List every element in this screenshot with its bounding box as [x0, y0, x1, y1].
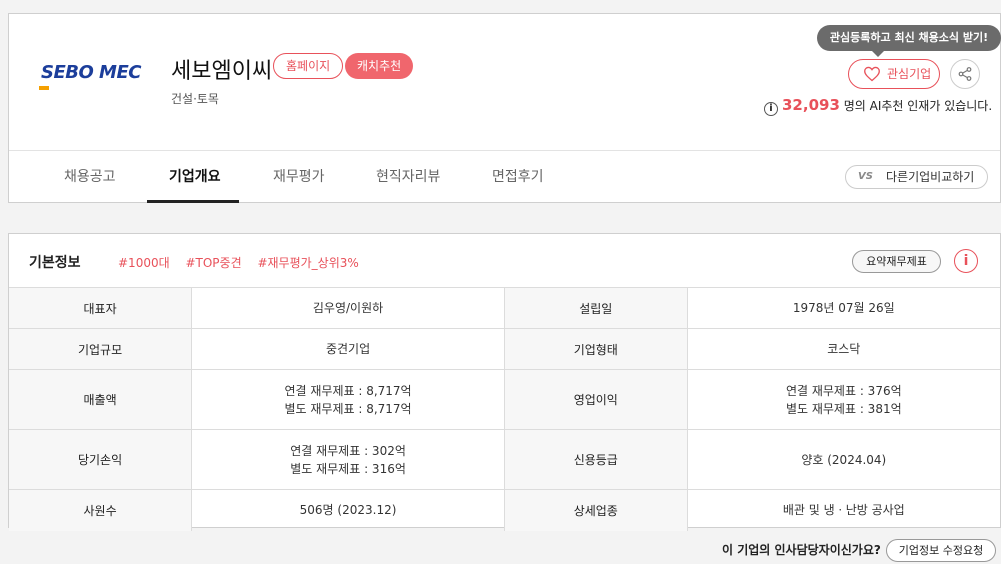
ai-recommend-info: i 32,093 명의 AI추천 인재가 있습니다.: [764, 96, 992, 116]
hr-manager-question: 이 기업의 인사담당자이신가요?: [722, 543, 881, 557]
homepage-button[interactable]: 홈페이지: [273, 53, 344, 79]
cell-value-line: 1978년 07월 26일: [792, 301, 895, 315]
info-icon[interactable]: i: [764, 102, 778, 116]
row-value: 연결 재무제표 : 8,717억별도 재무제표 : 8,717억: [191, 369, 505, 430]
recommend-text: 명의 AI추천 인재가 있습니다.: [843, 99, 993, 113]
row-value: 김우영/이원하: [191, 287, 505, 329]
cell-value-line: 배관 및 냉ㆍ난방 공사업: [782, 503, 905, 518]
tabs-divider: [9, 150, 1000, 151]
cell-value-line: 연결 재무제표 : 8,717억: [284, 383, 412, 398]
info-icon[interactable]: i: [954, 249, 978, 273]
table-row: 대표자 김우영/이원하 설립일 1978년 07월 26일: [9, 287, 1000, 329]
favorite-company-button[interactable]: 관심기업: [848, 59, 940, 89]
row-value: 506명 (2023.12): [191, 489, 505, 531]
cell-value-line: 별도 재무제표 : 8,717억: [284, 401, 412, 416]
row-label: 대표자: [9, 287, 192, 329]
tab-jobs[interactable]: 채용공고: [64, 166, 116, 186]
tab-financial[interactable]: 재무평가: [273, 166, 325, 186]
cell-value-line: 연결 재무제표 : 302억: [290, 443, 406, 458]
hashtag[interactable]: #TOP중견: [185, 256, 241, 270]
cell-value-line: 중견기업: [325, 342, 371, 356]
tab-company-overview[interactable]: 기업개요: [169, 166, 221, 186]
hashtag[interactable]: #1000대: [118, 256, 170, 270]
company-category: 건설·토목: [171, 92, 219, 106]
compare-label: 다른기업비교하기: [886, 170, 975, 184]
cell-value-line: 코스닥: [827, 342, 861, 356]
company-logo: SEBO MEC: [39, 62, 143, 92]
cell-value-line: 김우영/이원하: [312, 301, 384, 315]
row-value: 코스닥: [686, 328, 1000, 370]
share-button[interactable]: [950, 59, 980, 89]
row-label: 매출액: [9, 369, 192, 430]
basic-info-card: 기본정보 #1000대 #TOP중견 #재무평가_상위3% 요약재무제표 i 대…: [8, 233, 1001, 531]
row-label: 신용등급: [503, 429, 688, 490]
table-row: 매출액 연결 재무제표 : 8,717억 별도 재무제표 : 8,717억 영업이익 연…: [9, 369, 1000, 430]
compare-companies-button[interactable]: VS 다른기업비교하기: [845, 165, 988, 189]
logo-text: SEBO MEC: [41, 62, 141, 83]
favorite-tooltip: 관심등록하고 최신 채용소식 받기!: [817, 25, 1001, 57]
row-label: 기업형태: [503, 328, 688, 370]
cell-value-line: 연결 재무제표 : 376억: [785, 383, 902, 398]
table-row: 당기손익 연결 재무제표 : 302억 별도 재무제표 : 316억 신용등급 양호 (…: [9, 429, 1000, 490]
row-label: 영업이익: [503, 369, 688, 430]
summary-financials-button[interactable]: 요약재무제표: [852, 250, 941, 273]
cell-value-line: 별도 재무제표 : 316억: [290, 461, 406, 476]
tab-interview-reviews[interactable]: 면접후기: [492, 166, 544, 186]
hashtag[interactable]: #재무평가_상위3%: [257, 256, 358, 270]
catch-recommend-button[interactable]: 캐치추천: [345, 53, 414, 79]
active-tab-indicator: [147, 200, 239, 203]
hashtag-list: #1000대 #TOP중견 #재무평가_상위3%: [118, 254, 371, 271]
table-row: 기업규모 중견기업 기업형태 코스닥: [9, 328, 1000, 370]
row-value: 1978년 07월 26일: [686, 287, 1000, 329]
row-value: 배관 및 냉ㆍ난방 공사업: [686, 489, 1000, 531]
row-value: 연결 재무제표 : 302억별도 재무제표 : 316억: [191, 429, 505, 490]
row-value: 연결 재무제표 : 376억별도 재무제표 : 381억: [686, 369, 1000, 430]
heart-icon: [864, 66, 880, 82]
cell-value-line: 506명 (2023.12): [299, 503, 397, 518]
row-label: 사원수: [9, 489, 192, 531]
row-value: 양호 (2024.04): [686, 429, 1000, 490]
basic-info-table: 대표자 김우영/이원하 설립일 1978년 07월 26일기업규모 중견기업 기업형태 코스…: [9, 287, 1000, 531]
share-icon: [958, 67, 972, 81]
request-edit-button[interactable]: 기업정보 수정요청: [886, 539, 996, 562]
cell-value-line: 별도 재무제표 : 381억: [785, 401, 902, 416]
row-value: 중견기업: [191, 328, 505, 370]
table-row: 사원수 506명 (2023.12) 상세업종 배관 및 냉ㆍ난방 공사업: [9, 489, 1000, 531]
row-label: 기업규모: [9, 328, 192, 370]
favorite-label: 관심기업: [887, 67, 932, 81]
recommend-count: 32,093: [782, 96, 840, 114]
row-label: 상세업종: [503, 489, 688, 531]
company-header-card: SEBO MEC 세보엠이씨 홈페이지 캐치추천 건설·토목 관심등록하고 최신…: [8, 13, 1001, 203]
tab-employee-reviews[interactable]: 현직자리뷰: [376, 166, 440, 186]
row-label: 당기손익: [9, 429, 192, 490]
row-label: 설립일: [503, 287, 688, 329]
vs-icon: VS: [858, 171, 873, 182]
cell-value-line: 양호 (2024.04): [801, 452, 887, 467]
logo-accent-bar: [39, 86, 49, 90]
basic-info-title: 기본정보: [29, 255, 81, 271]
company-name: 세보엠이씨: [171, 59, 273, 84]
